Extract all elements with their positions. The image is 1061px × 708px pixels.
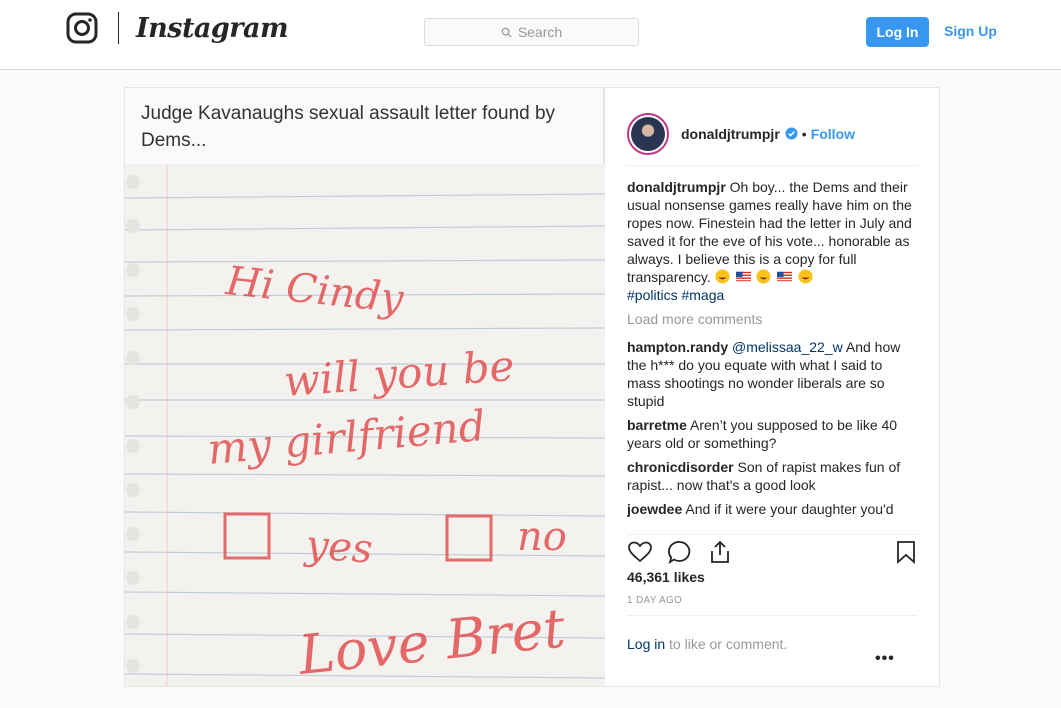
- heart-icon[interactable]: [627, 539, 653, 565]
- post-timestamp[interactable]: 1 DAY AGO: [627, 595, 682, 606]
- bookmark-icon[interactable]: [893, 539, 919, 565]
- image-caption: Judge Kavanaughs sexual assault letter f…: [125, 88, 603, 164]
- comment-username[interactable]: hampton.randy: [627, 339, 728, 355]
- comment-item: hampton.randy @melissaa_22_w And how the…: [627, 338, 919, 410]
- signup-link[interactable]: Sign Up: [944, 22, 997, 40]
- instagram-logo-icon[interactable]: [66, 12, 98, 44]
- hashtag-politics[interactable]: #politics: [627, 287, 678, 303]
- login-prompt: Log in to like or comment.: [627, 615, 917, 670]
- hashtag-maga[interactable]: #maga: [681, 287, 724, 303]
- comment-item: barretme Aren’t you supposed to be like …: [627, 416, 919, 452]
- separator-dot: •: [801, 125, 807, 142]
- note-drawing: Hi Cindy will you be my girlfriend yes n…: [125, 164, 605, 686]
- comment-icon[interactable]: [667, 539, 693, 565]
- caption-username[interactable]: donaldjtrumpjr: [627, 179, 726, 195]
- rofl-emoji-icon: [715, 269, 730, 284]
- note-line-5: no: [517, 514, 567, 560]
- search-icon: [501, 27, 512, 38]
- author-username[interactable]: donaldjtrumpjr: [681, 126, 780, 142]
- note-line-4: yes: [302, 522, 374, 573]
- logo-divider: [118, 12, 119, 44]
- login-link[interactable]: Log in: [627, 636, 665, 652]
- handwritten-note: Hi Cindy will you be my girlfriend yes n…: [125, 164, 605, 686]
- login-button[interactable]: Log In: [866, 17, 929, 47]
- comment-username[interactable]: chronicdisorder: [627, 459, 734, 475]
- share-icon[interactable]: [707, 539, 733, 565]
- caption: donaldjtrumpjr Oh boy... the Dems and th…: [627, 178, 919, 304]
- us-flag-icon: [735, 271, 751, 282]
- comments-list: donaldjtrumpjr Oh boy... the Dems and th…: [627, 178, 919, 522]
- follow-button[interactable]: Follow: [811, 126, 855, 142]
- action-bar: [627, 534, 919, 565]
- more-options-icon[interactable]: •••: [875, 650, 895, 670]
- search-placeholder: Search: [517, 24, 563, 40]
- likes-count[interactable]: 46,361 likes: [627, 569, 705, 585]
- rofl-emoji-icon: [798, 269, 813, 284]
- us-flag-icon: [777, 271, 793, 282]
- comment-item: joewdee And if it were your daughter you…: [627, 500, 919, 522]
- top-nav: Instagram Search Log In Sign Up: [0, 0, 1061, 70]
- avatar[interactable]: [627, 112, 669, 155]
- comment-username[interactable]: barretme: [627, 417, 687, 433]
- post-image[interactable]: Judge Kavanaughs sexual assault letter f…: [125, 88, 605, 686]
- comment-username[interactable]: joewdee: [627, 501, 682, 517]
- load-more-comments[interactable]: Load more comments: [627, 310, 919, 328]
- post-sidebar: donaldjtrumpjr • Follow donaldjtrumpjr O…: [605, 88, 939, 686]
- emoji-row: [715, 269, 816, 285]
- comment-item: chronicdisorder Son of rapist makes fun …: [627, 458, 919, 494]
- post-card: Judge Kavanaughs sexual assault letter f…: [124, 87, 940, 687]
- comment-mention[interactable]: @melissaa_22_w: [732, 339, 843, 355]
- login-prompt-text: to like or comment.: [665, 636, 788, 652]
- post-header: donaldjtrumpjr • Follow: [627, 102, 917, 166]
- search-input[interactable]: Search: [424, 18, 639, 46]
- brand-wordmark[interactable]: Instagram: [136, 12, 289, 46]
- verified-badge-icon: [785, 127, 798, 140]
- rofl-emoji-icon: [756, 269, 771, 284]
